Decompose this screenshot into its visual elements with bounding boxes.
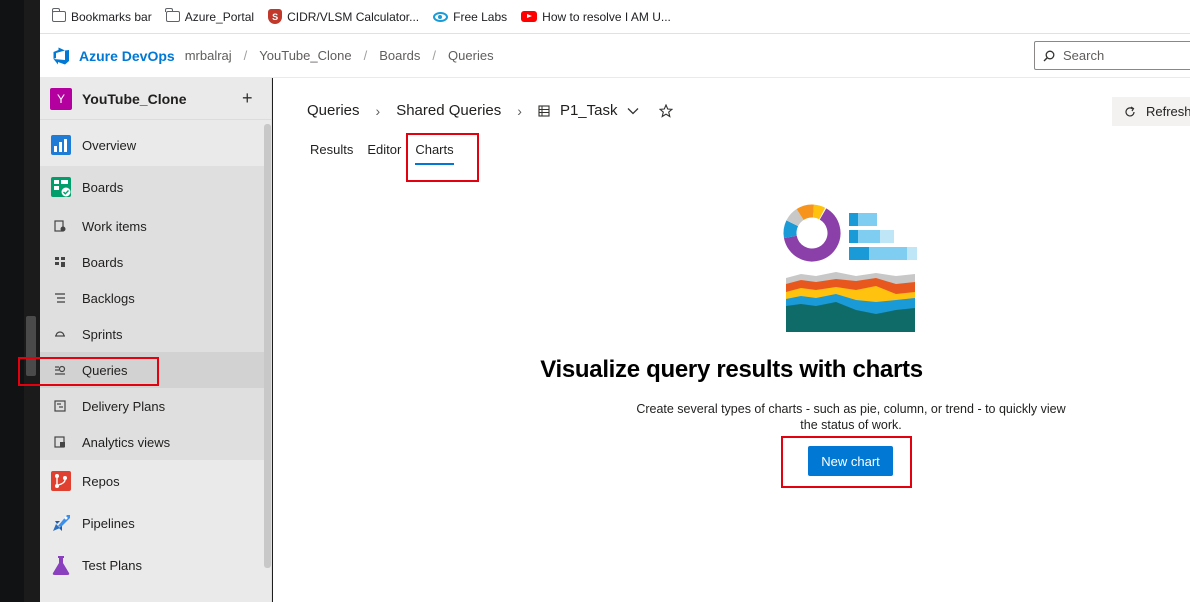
os-taskbar bbox=[0, 0, 24, 602]
query-name[interactable]: P1_Task bbox=[560, 102, 618, 119]
search-input[interactable]: Search bbox=[1034, 41, 1190, 70]
chevron-down-icon[interactable] bbox=[627, 107, 639, 115]
breadcrumb-separator: / bbox=[363, 48, 368, 63]
breadcrumb-queries[interactable]: Queries bbox=[448, 48, 494, 63]
boards-group: Boards Work items Boards Backlogs Sprint… bbox=[40, 166, 264, 460]
sidebar-item-boards-sub[interactable]: Boards bbox=[40, 244, 264, 280]
bookmark-cidr-calculator[interactable]: S CIDR/VLSM Calculator... bbox=[268, 9, 419, 24]
breadcrumb-separator: / bbox=[243, 48, 248, 63]
analytics-views-icon bbox=[54, 436, 65, 448]
bookmark-bookmarks-bar[interactable]: Bookmarks bar bbox=[51, 8, 152, 24]
folder-icon bbox=[51, 8, 66, 22]
search-placeholder: Search bbox=[1063, 48, 1105, 63]
project-name: YouTube_Clone bbox=[82, 90, 187, 107]
sidebar-item-overview[interactable]: Overview bbox=[40, 124, 264, 166]
bookmarks-bar: Bookmarks bar Azure_Portal S CIDR/VLSM C… bbox=[40, 0, 1190, 34]
bookmark-free-labs[interactable]: Free Labs bbox=[433, 10, 507, 24]
bookmark-how-to-resolve[interactable]: How to resolve I AM U... bbox=[521, 10, 671, 24]
sidebar-item-backlogs[interactable]: Backlogs bbox=[40, 280, 264, 316]
breadcrumb-org[interactable]: mrbalraj bbox=[185, 48, 232, 63]
sidebar-item-label: Repos bbox=[82, 473, 120, 489]
chevron-right-icon: › bbox=[517, 102, 522, 119]
query-breadcrumb: Queries › Shared Queries › P1_Task bbox=[307, 102, 674, 119]
add-button[interactable]: + bbox=[242, 88, 253, 109]
brand-name[interactable]: Azure DevOps bbox=[79, 48, 175, 64]
new-chart-highlight-box bbox=[781, 436, 912, 488]
sidebar-item-repos[interactable]: Repos bbox=[40, 460, 264, 502]
bookmark-label: Azure_Portal bbox=[184, 9, 255, 24]
sprints-icon bbox=[55, 331, 65, 337]
sidebar-scrollbar[interactable] bbox=[264, 124, 271, 568]
sidebar-item-pipelines[interactable]: Pipelines bbox=[40, 502, 264, 544]
folder-icon bbox=[165, 8, 180, 22]
repos-icon bbox=[51, 471, 71, 491]
queries-highlight-box bbox=[18, 357, 159, 386]
breadcrumb-boards[interactable]: Boards bbox=[379, 48, 420, 63]
refresh-icon bbox=[1125, 105, 1135, 116]
charts-tab-highlight-box bbox=[406, 133, 479, 182]
backlogs-icon bbox=[55, 293, 65, 303]
tab-editor[interactable]: Editor bbox=[367, 142, 401, 165]
sidebar-item-test-plans[interactable]: Test Plans bbox=[40, 544, 264, 586]
shield-s-icon: S bbox=[268, 9, 283, 24]
sidebar-item-sprints[interactable]: Sprints bbox=[40, 316, 264, 352]
chevron-right-icon: › bbox=[375, 102, 381, 119]
refresh-label: Refresh bbox=[1146, 104, 1190, 119]
main-content: Queries › Shared Queries › P1_Task Refre… bbox=[273, 78, 1190, 602]
crumb-queries[interactable]: Queries bbox=[307, 102, 360, 119]
project-avatar: Y bbox=[50, 87, 72, 110]
sidebar-item-label: Pipelines bbox=[82, 515, 135, 531]
sidebar-nav: Overview Boards Work items Boards Backlo… bbox=[40, 124, 264, 586]
search-icon bbox=[1043, 50, 1055, 61]
bookmark-azure-portal[interactable]: Azure_Portal bbox=[165, 8, 255, 24]
sidebar-item-label: Work items bbox=[82, 218, 147, 234]
favorite-star-icon[interactable] bbox=[659, 103, 674, 118]
breadcrumb-project[interactable]: YouTube_Clone bbox=[259, 48, 351, 63]
sidebar-item-label: Sprints bbox=[82, 326, 123, 342]
query-table-icon bbox=[538, 104, 550, 117]
sidebar-item-work-items[interactable]: Work items bbox=[40, 208, 264, 244]
project-header[interactable]: Y YouTube_Clone bbox=[40, 78, 271, 120]
sidebar-item-label: Boards bbox=[82, 254, 124, 270]
pipelines-icon bbox=[53, 515, 70, 531]
delivery-plans-icon bbox=[54, 400, 66, 412]
app-header: Azure DevOps mrbalraj / YouTube_Clone / … bbox=[40, 34, 1190, 78]
tab-results[interactable]: Results bbox=[310, 142, 353, 165]
bookmark-label: Bookmarks bar bbox=[71, 9, 152, 24]
bookmark-label: CIDR/VLSM Calculator... bbox=[287, 9, 420, 24]
overview-icon bbox=[51, 135, 71, 155]
bookmark-label: How to resolve I AM U... bbox=[542, 9, 671, 24]
os-left-strip bbox=[0, 0, 40, 602]
sidebar-item-label: Overview bbox=[82, 137, 137, 153]
empty-state-description: Create several types of charts - such as… bbox=[636, 402, 1066, 432]
boards-icon bbox=[51, 177, 71, 197]
azure-devops-logo-icon[interactable] bbox=[51, 46, 71, 66]
crumb-shared-queries[interactable]: Shared Queries bbox=[396, 102, 501, 119]
test-plans-icon bbox=[52, 556, 70, 575]
sidebar-item-boards[interactable]: Boards bbox=[40, 166, 264, 208]
sidebar-item-label: Backlogs bbox=[82, 290, 135, 306]
left-sidebar: Y YouTube_Clone + Overview Boards Work i… bbox=[40, 78, 272, 602]
sidebar-item-delivery-plans[interactable]: Delivery Plans bbox=[40, 388, 264, 424]
charts-illustration bbox=[783, 204, 917, 332]
bookmark-label: Free Labs bbox=[453, 9, 508, 24]
work-items-icon bbox=[54, 220, 66, 232]
breadcrumb-separator: / bbox=[432, 48, 437, 63]
sidebar-item-label: Analytics views bbox=[82, 434, 171, 450]
sidebar-item-label: Delivery Plans bbox=[82, 398, 166, 414]
empty-state-title: Visualize query results with charts bbox=[540, 356, 923, 383]
youtube-icon bbox=[521, 11, 538, 22]
eye-icon bbox=[433, 11, 449, 22]
refresh-button[interactable]: Refresh bbox=[1112, 97, 1190, 126]
sidebar-item-label: Test Plans bbox=[82, 557, 142, 573]
sidebar-item-label: Boards bbox=[82, 179, 124, 195]
sidebar-item-analytics-views[interactable]: Analytics views bbox=[40, 424, 264, 460]
board-grid-icon bbox=[55, 257, 65, 267]
